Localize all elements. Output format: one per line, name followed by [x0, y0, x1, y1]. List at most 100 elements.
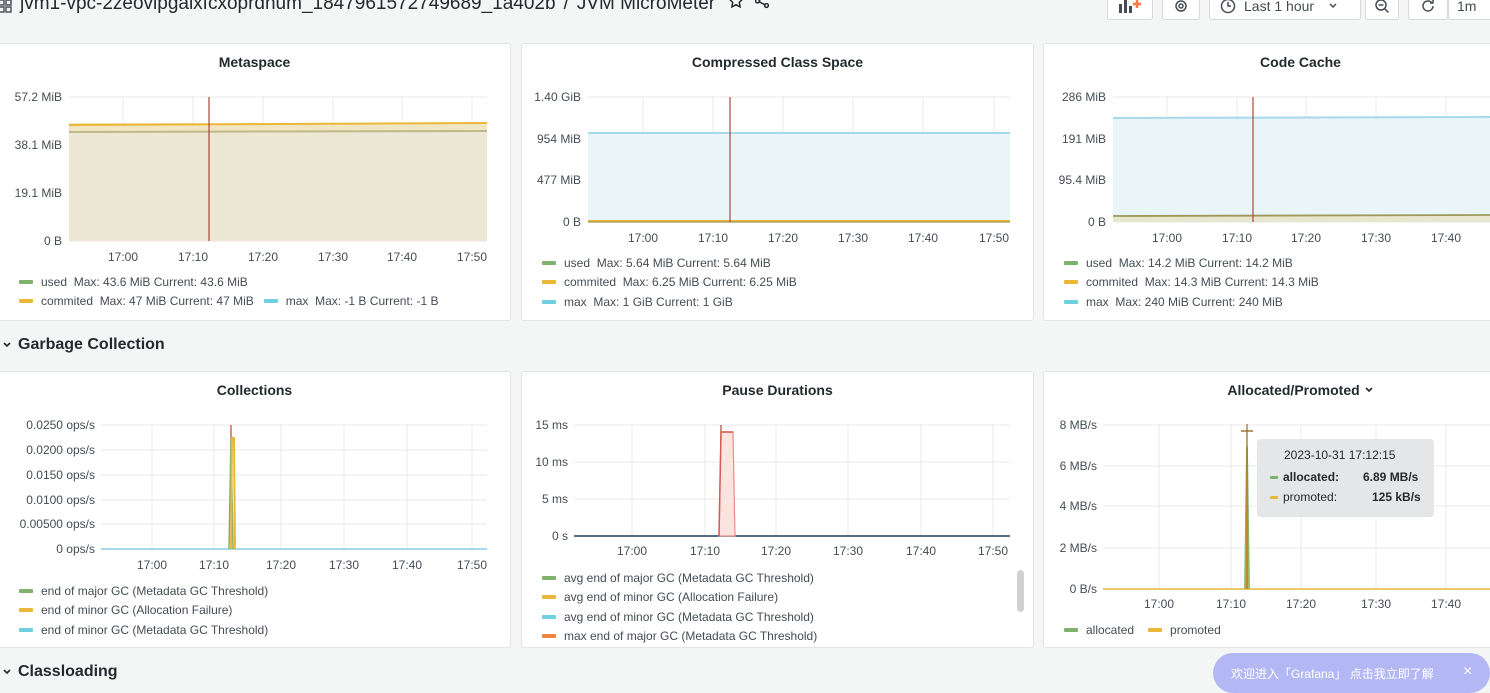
legend-item[interactable]: end of major GC (Metadata GC Threshold)	[19, 581, 268, 601]
x-tick: 17:10	[199, 558, 229, 572]
clock-icon	[1220, 0, 1236, 14]
refresh-interval-button[interactable]: 1m	[1448, 0, 1490, 20]
tooltip-promoted-label: promoted:	[1283, 490, 1338, 504]
apps-grid-icon[interactable]	[0, 0, 12, 13]
x-tick: 17:20	[768, 231, 798, 245]
y-tick: 95.4 MiB	[1059, 173, 1106, 187]
y-tick: 0 B	[563, 215, 581, 229]
y-tick: 0 s	[552, 529, 568, 543]
legend: end of major GC (Metadata GC Threshold) …	[19, 581, 268, 640]
row-classloading[interactable]: Classloading	[2, 663, 118, 681]
x-tick: 17:30	[318, 250, 348, 264]
legend-item[interactable]: avg end of minor GC (Metadata GC Thresho…	[542, 607, 817, 627]
x-tick: 17:10	[698, 231, 728, 245]
y-tick: 954 MiB	[537, 132, 581, 146]
legend-item-used[interactable]: used Max: 14.2 MiB Current: 14.2 MiB	[1064, 253, 1319, 273]
row-garbage-collection[interactable]: Garbage Collection	[2, 336, 165, 354]
chevron-down-icon	[3, 342, 11, 348]
close-icon[interactable]: ×	[1463, 663, 1472, 681]
share-icon[interactable]	[753, 0, 771, 16]
refresh-button[interactable]	[1408, 0, 1448, 20]
row-title: Garbage Collection	[18, 336, 165, 353]
dashboard-settings-button[interactable]	[1162, 0, 1200, 20]
used-line	[68, 130, 488, 133]
y-tick: 477 MiB	[537, 173, 581, 187]
x-tick: 17:00	[1152, 231, 1182, 245]
x-tick: 17:50	[457, 558, 487, 572]
x-tick: 17:20	[761, 544, 791, 558]
x-tick: 17:40	[1431, 597, 1461, 611]
star-icon[interactable]	[727, 0, 745, 16]
dashboard-header: jvm1-vpc-2zeovlpgalxfcxoprdhum_184796157…	[0, 0, 1490, 26]
y-tick: 0 B	[44, 234, 62, 248]
legend-item-commited[interactable]: commited Max: 14.3 MiB Current: 14.3 MiB	[1064, 273, 1319, 293]
x-tick: 17:40	[1431, 231, 1461, 245]
x-tick: 17:10	[1216, 597, 1246, 611]
tooltip-time: 2023-10-31 17:12:15	[1284, 448, 1396, 462]
max-area	[588, 133, 1010, 222]
legend-scrollbar[interactable]	[1017, 570, 1024, 612]
x-tick: 17:20	[248, 250, 278, 264]
legend-item-promoted[interactable]: promoted	[1148, 620, 1221, 640]
x-tick: 17:30	[1361, 231, 1391, 245]
legend-item-max[interactable]: max Max: 240 MiB Current: 240 MiB	[1064, 292, 1319, 312]
y-tick: 2 MB/s	[1060, 541, 1097, 555]
x-tick: 17:00	[108, 250, 138, 264]
legend-item-used[interactable]: used Max: 5.64 MiB Current: 5.64 MiB	[542, 253, 797, 273]
y-tick: 0.00500 ops/s	[20, 517, 95, 531]
legend-item[interactable]: avg end of minor GC (Allocation Failure)	[542, 588, 817, 608]
zoom-out-icon	[1375, 0, 1390, 14]
x-tick: 17:50	[978, 544, 1008, 558]
y-tick: 38.1 MiB	[15, 138, 62, 152]
chevron-down-icon	[1329, 3, 1337, 9]
dashboard-name[interactable]: JVM MicroMeter	[577, 0, 715, 15]
promo-text[interactable]: 欢迎进入「Grafana」 点击我立即了解	[1231, 667, 1434, 681]
x-tick: 17:20	[1286, 597, 1316, 611]
x-tick: 17:10	[178, 250, 208, 264]
legend-item-commited[interactable]: commited Max: 47 MiB Current: 47 MiB	[19, 292, 254, 312]
time-picker-button[interactable]: Last 1 hour	[1209, 0, 1361, 20]
x-tick: 17:20	[1291, 231, 1321, 245]
legend-item-commited[interactable]: commited Max: 6.25 MiB Current: 6.25 MiB	[542, 273, 797, 293]
legend-item-max[interactable]: max Max: 1 GiB Current: 1 GiB	[542, 292, 797, 312]
y-tick: 6 MB/s	[1060, 459, 1097, 473]
max-area	[1113, 117, 1490, 222]
legend-item[interactable]: avg end of major GC (Metadata GC Thresho…	[542, 568, 817, 588]
x-tick: 17:30	[1361, 597, 1391, 611]
y-tick: 57.2 MiB	[15, 90, 62, 104]
legend-item-used[interactable]: used Max: 43.6 MiB Current: 43.6 MiB	[19, 272, 438, 292]
legend-item[interactable]: end of minor GC (Allocation Failure)	[19, 601, 268, 621]
legend: used Max: 5.64 MiB Current: 5.64 MiB com…	[542, 253, 797, 312]
add-panel-button[interactable]	[1107, 0, 1153, 20]
dashboard-title: jvm1-vpc-2zeovlpgalxfcxoprdhum_184796157…	[0, 0, 771, 16]
gear-icon	[1175, 0, 1187, 12]
x-tick: 17:00	[137, 558, 167, 572]
x-tick: 17:50	[457, 250, 487, 264]
graph-tooltip: 2023-10-31 17:12:15 allocated: 6.89 MB/s…	[1257, 439, 1434, 517]
zoom-out-button[interactable]	[1365, 0, 1399, 20]
legend: avg end of major GC (Metadata GC Thresho…	[542, 568, 817, 646]
legend-item[interactable]: max end of major GC (Metadata GC Thresho…	[542, 627, 817, 647]
x-tick: 17:40	[392, 558, 422, 572]
legend-item[interactable]: end of minor GC (Metadata GC Threshold)	[19, 620, 268, 640]
y-tick: 0.0100 ops/s	[26, 493, 95, 507]
x-tick: 17:30	[838, 231, 868, 245]
legend-item-allocated[interactable]: allocated	[1064, 620, 1134, 640]
commited-area	[1113, 216, 1490, 222]
x-tick: 17:20	[266, 558, 296, 572]
max-line	[1112, 116, 1490, 119]
x-tick: 17:50	[979, 231, 1009, 245]
folder-link[interactable]: jvm1-vpc-2zeovlpgalxfcxoprdhum_184796157…	[20, 0, 556, 15]
legend-item-max[interactable]: max Max: -1 B Current: -1 B	[263, 292, 438, 312]
x-tick: 17:40	[387, 250, 417, 264]
legend: allocated promoted	[1064, 620, 1221, 640]
row-title: Classloading	[18, 663, 118, 680]
time-range-label: Last 1 hour	[1244, 0, 1315, 14]
x-tick: 17:30	[833, 544, 863, 558]
x-tick: 17:00	[1144, 597, 1174, 611]
panel-metaspace: Metaspace 57.2 MiB 38.1 MiB 19.1 MiB 0 B 17…	[0, 43, 511, 321]
x-tick: 17:00	[617, 544, 647, 558]
x-tick: 17:10	[1222, 231, 1252, 245]
y-tick: 0 B/s	[1070, 582, 1097, 596]
promo-banner[interactable]: 欢迎进入「Grafana」 点击我立即了解 ×	[1213, 653, 1490, 693]
